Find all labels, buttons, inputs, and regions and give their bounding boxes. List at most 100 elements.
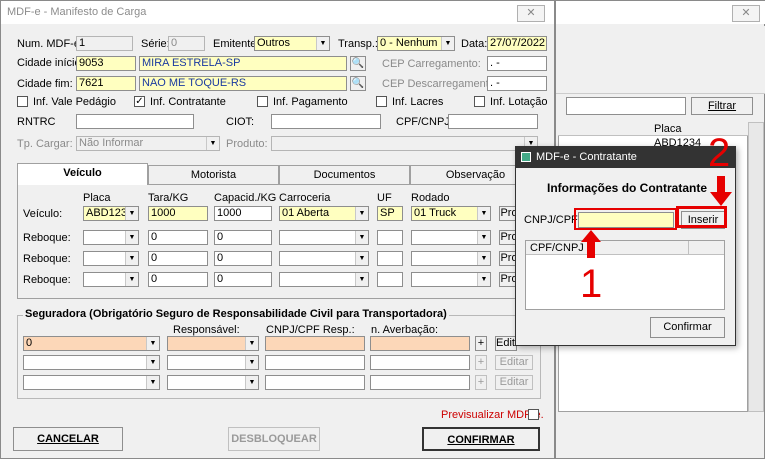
chevron-down-icon: ▼ [355, 207, 368, 220]
add-seguradora-1-button[interactable]: + [475, 336, 487, 351]
chevron-down-icon: ▼ [245, 376, 258, 389]
seguradora-2-select[interactable]: ▼ [23, 355, 160, 370]
reboque-2-tara-field[interactable]: 0 [148, 251, 208, 266]
seguradora-3-select[interactable]: ▼ [23, 375, 160, 390]
chevron-down-icon: ▼ [146, 356, 159, 369]
add-seguradora-3-button[interactable]: + [475, 375, 487, 390]
cidade-fim-name[interactable]: NAO ME TOQUE-RS [139, 76, 347, 91]
rntrc-field[interactable] [76, 114, 194, 129]
checkbox-lacres[interactable] [376, 96, 387, 107]
vale-pedagio-label: Inf. Vale Pedágio [33, 96, 116, 108]
averbacao-3-field[interactable] [370, 375, 470, 390]
cancelar-button[interactable]: CANCELAR [13, 427, 123, 451]
confirmar-main-button[interactable]: CONFIRMAR [422, 427, 540, 451]
checkbox-vale-pedagio[interactable] [17, 96, 28, 107]
add-seguradora-2-button[interactable]: + [475, 355, 487, 370]
annotation-number-1: 1 [580, 262, 603, 306]
reboque-3-capacid-field[interactable]: 0 [214, 272, 272, 287]
chevron-down-icon: ▼ [125, 231, 138, 244]
averbacao-2-field[interactable] [370, 355, 470, 370]
background-close-button[interactable]: ✕ [732, 5, 760, 22]
transp-select[interactable]: 0 - Nenhum ▼ [377, 36, 455, 51]
reboque-2-uf-field[interactable] [377, 251, 403, 266]
cidade-fim-label: Cidade fim: [17, 78, 73, 90]
search-icon[interactable]: 🔍 [350, 56, 366, 71]
cep-carregamento-field[interactable]: . - [487, 56, 547, 71]
editar-1-button[interactable]: Editar [495, 336, 517, 351]
background-filter-input[interactable] [566, 97, 686, 115]
cnpj-resp-3-field[interactable] [265, 375, 365, 390]
highlight-inserir-button [676, 206, 727, 228]
reboque-3-tara-field[interactable]: 0 [148, 272, 208, 287]
list-header-divider [688, 241, 689, 255]
cnpj-resp-2-field[interactable] [265, 355, 365, 370]
tp-cargar-select[interactable]: Não Informar ▼ [76, 136, 220, 151]
desbloquear-button[interactable]: DESBLOQUEAR [228, 427, 320, 451]
dialog-confirmar-button[interactable]: Confirmar [650, 317, 725, 338]
averbacao-1-field[interactable] [370, 336, 470, 351]
ciot-label: CIOT: [226, 116, 255, 128]
cpf-cnpj-label: CPF/CNPJ: [396, 116, 453, 128]
chevron-down-icon: ▼ [125, 273, 138, 286]
checkbox-lotacao[interactable] [474, 96, 485, 107]
cidade-fim-code[interactable]: 7621 [76, 76, 136, 91]
background-scrollbar[interactable] [748, 122, 764, 412]
reboque-1-rodado-select[interactable]: ▼ [411, 230, 491, 245]
cidade-inicio-name[interactable]: MIRA ESTRELA-SP [139, 56, 347, 71]
reboque-2-placa-select[interactable]: ▼ [83, 251, 139, 266]
uf-header: UF [377, 192, 392, 204]
chevron-down-icon: ▼ [245, 356, 258, 369]
editar-3-button[interactable]: Editar [495, 375, 533, 390]
cep-descarregamento-field[interactable]: . - [487, 76, 547, 91]
background-panel [556, 26, 765, 94]
contratante-label: Inf. Contratante [150, 96, 226, 108]
tab-documentos[interactable]: Documentos [279, 165, 410, 184]
filtrar-button[interactable]: Filtrar [691, 97, 753, 115]
reboque-3-carroceria-select[interactable]: ▼ [279, 272, 369, 287]
data-field[interactable]: 27/07/2022 [487, 36, 547, 51]
transp-value: 0 - Nenhum [380, 37, 438, 49]
cnpj-resp-1-field[interactable] [265, 336, 365, 351]
checkbox-contratante[interactable]: ✓ [134, 96, 145, 107]
reboque-3-placa-select[interactable]: ▼ [83, 272, 139, 287]
cpf-cnpj-column-header: CPF/CNPJ [530, 242, 584, 254]
reboque-1-placa-select[interactable]: ▼ [83, 230, 139, 245]
veiculo-carroceria-select[interactable]: 01 Aberta ▼ [279, 206, 369, 221]
previsualizar-checkbox[interactable] [528, 409, 539, 420]
reboque-3-uf-field[interactable] [377, 272, 403, 287]
ciot-field[interactable] [271, 114, 381, 129]
responsavel-3-select[interactable]: ▼ [167, 375, 259, 390]
veiculo-capacid-field[interactable]: 1000 [214, 206, 272, 221]
reboque-1-carroceria-select[interactable]: ▼ [279, 230, 369, 245]
cidade-inicio-code[interactable]: 9053 [76, 56, 136, 71]
editar-2-button[interactable]: Editar [495, 355, 533, 370]
reboque-1-capacid-field[interactable]: 0 [214, 230, 272, 245]
reboque-2-carroceria-select[interactable]: ▼ [279, 251, 369, 266]
reboque-2-rodado-select[interactable]: ▼ [411, 251, 491, 266]
main-window: MDF-e - Manifesto de Carga ✕ Num. MDF-e:… [0, 0, 555, 459]
emitente-select[interactable]: Outros ▼ [254, 36, 330, 51]
chevron-down-icon: ▼ [245, 337, 258, 350]
tab-veiculo[interactable]: Veículo [17, 163, 148, 185]
responsavel-2-select[interactable]: ▼ [167, 355, 259, 370]
responsavel-1-select[interactable]: ▼ [167, 336, 259, 351]
reboque-2-capacid-field[interactable]: 0 [214, 251, 272, 266]
cnpj-resp-header: CNPJ/CPF Resp.: [266, 324, 355, 336]
produto-select[interactable]: ▼ [271, 136, 538, 151]
reboque-1-tara-field[interactable]: 0 [148, 230, 208, 245]
dialog-title: MDF-e - Contratante [536, 151, 637, 163]
checkbox-pagamento[interactable] [257, 96, 268, 107]
cpf-cnpj-field[interactable] [448, 114, 538, 129]
reboque-1-uf-field[interactable] [377, 230, 403, 245]
search-icon[interactable]: 🔍 [350, 76, 366, 91]
lotacao-label: Inf. Lotação [490, 96, 548, 108]
chevron-down-icon: ▼ [355, 231, 368, 244]
veiculo-tara-field[interactable]: 1000 [148, 206, 208, 221]
main-close-button[interactable]: ✕ [517, 5, 545, 22]
tab-motorista[interactable]: Motorista [148, 165, 279, 184]
seguradora-1-select[interactable]: 0 ▼ [23, 336, 160, 351]
veiculo-rodado-select[interactable]: 01 Truck ▼ [411, 206, 491, 221]
veiculo-placa-select[interactable]: ABD1234 ▼ [83, 206, 139, 221]
reboque-3-rodado-select[interactable]: ▼ [411, 272, 491, 287]
veiculo-uf-field[interactable]: SP [377, 206, 403, 221]
